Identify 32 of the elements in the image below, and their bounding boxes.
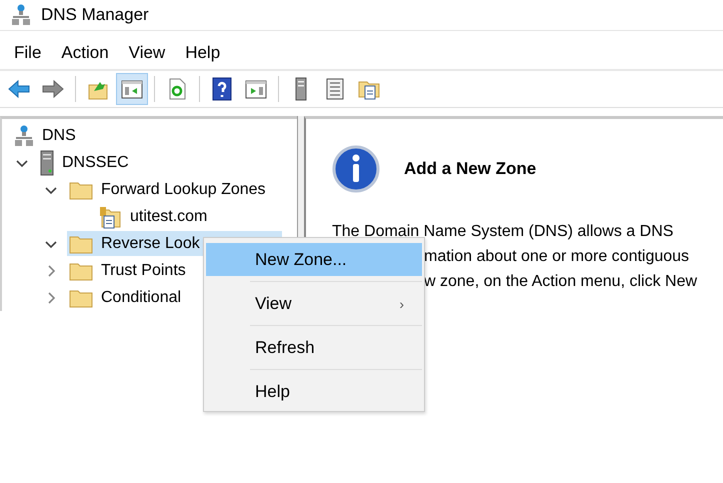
context-menu-item[interactable]: Refresh xyxy=(206,331,422,364)
submenu-arrow: › xyxy=(399,296,404,312)
tree-item[interactable]: Trust Points xyxy=(67,258,190,283)
app-icon xyxy=(11,4,31,26)
folder-icon xyxy=(69,234,93,254)
zone-file-icon xyxy=(98,204,122,228)
tree-item[interactable]: Conditional xyxy=(67,285,186,310)
context-menu-item[interactable]: New Zone... xyxy=(206,243,422,276)
forward-arrow-icon xyxy=(41,77,65,101)
section-heading: Add a New Zone xyxy=(404,159,536,179)
tree-item[interactable]: DNS xyxy=(12,123,80,148)
menu-item[interactable]: View xyxy=(118,39,176,67)
toolbar-button[interactable] xyxy=(116,73,148,105)
tree-item[interactable]: DNSSEC xyxy=(38,150,133,175)
server-icon xyxy=(40,150,54,176)
dns-server-icon xyxy=(14,124,34,146)
context-menu-item[interactable]: View › xyxy=(206,287,422,320)
info-icon xyxy=(332,145,380,193)
context-menu-item[interactable]: Help xyxy=(206,375,422,408)
description-text: The Domain Name System (DNS) allows a DNS xyxy=(332,222,674,242)
folder-icon xyxy=(69,180,93,200)
menu-item[interactable]: Action xyxy=(51,39,119,67)
folder-icon xyxy=(69,260,93,280)
window-title: DNS Manager xyxy=(41,5,149,25)
back-arrow-icon xyxy=(7,77,31,101)
help-icon xyxy=(210,77,234,101)
description-text: w zone, on the Action menu, click New xyxy=(423,272,698,292)
tree-item[interactable]: Forward Lookup Zones xyxy=(67,177,270,202)
menu-item[interactable]: File xyxy=(4,39,52,67)
menu-item[interactable]: Help xyxy=(175,39,230,67)
tree-item[interactable]: utitest.com xyxy=(96,204,212,229)
folder-icon xyxy=(69,288,93,308)
